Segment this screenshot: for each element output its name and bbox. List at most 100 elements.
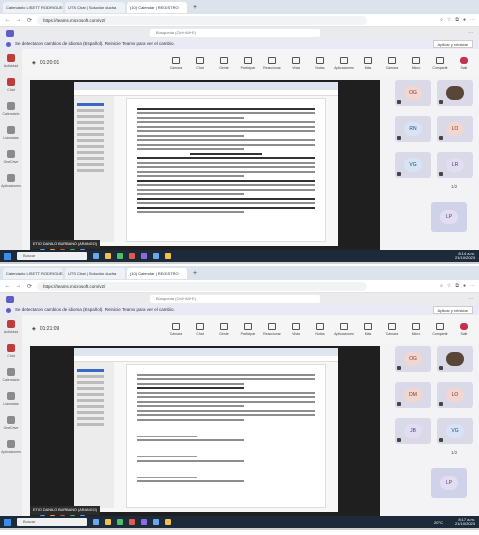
participant-tile[interactable]: VG <box>437 418 473 444</box>
rail-chat[interactable]: Chat <box>0 73 22 97</box>
taskview-icon[interactable] <box>93 253 99 259</box>
apply-restart-button[interactable]: Aplicar y reiniciar <box>432 306 473 314</box>
tool-leave[interactable]: Salir <box>453 322 475 336</box>
rail-chat[interactable]: Chat <box>0 339 22 363</box>
browser-tab[interactable]: UTS Chat | Solución ducha <box>65 267 125 279</box>
tool-more[interactable]: Más <box>357 56 379 70</box>
rail-calls[interactable]: Llamadas <box>0 387 22 411</box>
favorite-icon[interactable]: ☆ <box>447 283 451 289</box>
tool-view[interactable]: Vista <box>285 56 307 70</box>
gallery-pager[interactable]: 1/2 <box>451 450 457 455</box>
app-icon[interactable] <box>165 519 171 525</box>
browser-tab-active[interactable]: (10) Calendar | REGISTRO <box>127 1 187 13</box>
tool-react[interactable]: Reaccionar <box>261 56 283 70</box>
tool-mic[interactable]: Micro <box>405 56 427 70</box>
tool-mic[interactable]: Micro <box>405 322 427 336</box>
more-options-icon[interactable]: ⋯ <box>468 296 473 302</box>
browser-tab[interactable]: Calendario LISETT RODRIGUEZ I <box>3 267 63 279</box>
rail-calendar[interactable]: Calendario <box>0 97 22 121</box>
explorer-icon[interactable] <box>105 519 111 525</box>
chrome-icon[interactable] <box>117 253 123 259</box>
participant-tile[interactable]: OG <box>395 80 431 106</box>
tool-raise-hand[interactable]: Participar <box>237 322 259 336</box>
app-icon[interactable] <box>165 253 171 259</box>
edge-icon[interactable] <box>153 519 159 525</box>
favorite-icon[interactable]: ☆ <box>447 17 451 23</box>
taskbar-search[interactable]: Buscar <box>17 252 87 260</box>
tool-cam-toggle[interactable]: Cámara <box>381 322 403 336</box>
url-field[interactable]: https://teams.microsoft.com/v2/ <box>37 281 367 291</box>
tool-camera[interactable]: Cámara <box>165 322 187 336</box>
taskbar-search[interactable]: Buscar <box>17 518 87 526</box>
chrome-icon[interactable] <box>117 519 123 525</box>
rail-calls[interactable]: Llamadas <box>0 121 22 145</box>
participant-tile[interactable] <box>437 80 473 106</box>
taskbar-clock[interactable]: 8:17 a.m. 21/10/2023 <box>455 517 475 527</box>
tool-people[interactable]: Gente <box>213 322 235 336</box>
participant-tile[interactable]: VG <box>395 152 431 178</box>
profile-icon[interactable]: ● <box>463 17 466 23</box>
back-icon[interactable]: ← <box>4 17 11 23</box>
tool-chat[interactable]: Chat <box>189 322 211 336</box>
participant-tile[interactable]: LO <box>437 382 473 408</box>
tool-more[interactable]: Más <box>357 322 379 336</box>
tool-leave[interactable]: Salir <box>453 56 475 70</box>
rail-onedrive[interactable]: OneDrive <box>0 411 22 435</box>
taskbar-clock[interactable]: 8:14 a.m. 21/10/2023 <box>455 251 475 261</box>
extensions-icon[interactable]: ⧉ <box>455 283 459 289</box>
tool-chat[interactable]: Chat <box>189 56 211 70</box>
new-tab-button[interactable]: + <box>189 270 201 277</box>
tool-notes[interactable]: Notas <box>309 56 331 70</box>
participant-tile[interactable]: LR <box>437 152 473 178</box>
rail-calendar[interactable]: Calendario <box>0 363 22 387</box>
more-options-icon[interactable]: ⋯ <box>468 30 473 36</box>
more-icon[interactable]: ⋯ <box>470 283 475 289</box>
teams-search-input[interactable]: Búsqueda (Ctrl+Alt+E) <box>150 295 320 303</box>
reload-icon[interactable]: ⟳ <box>26 283 33 290</box>
tool-share[interactable]: Compartir <box>429 322 451 336</box>
large-participant-tile[interactable]: LP <box>431 202 467 232</box>
teams-icon[interactable] <box>141 253 147 259</box>
windows-start-icon[interactable] <box>4 518 11 526</box>
app-icon[interactable] <box>129 253 135 259</box>
url-field[interactable]: https://teams.microsoft.com/v2/ <box>37 15 367 25</box>
participant-tile[interactable]: OG <box>395 346 431 372</box>
rail-apps[interactable]: Aplicaciones <box>0 169 22 193</box>
participant-tile[interactable]: DM <box>395 382 431 408</box>
large-participant-tile[interactable]: LP <box>431 468 467 498</box>
rail-apps[interactable]: Aplicaciones <box>0 435 22 459</box>
participant-tile[interactable]: JB <box>395 418 431 444</box>
more-icon[interactable]: ⋯ <box>470 17 475 23</box>
zoom-icon[interactable]: ⌕ <box>440 17 443 23</box>
tool-cam-toggle[interactable]: Cámara <box>381 56 403 70</box>
apply-restart-button[interactable]: Aplicar y reiniciar <box>432 40 473 48</box>
extensions-icon[interactable]: ⧉ <box>455 17 459 23</box>
windows-start-icon[interactable] <box>4 252 11 260</box>
gallery-pager[interactable]: 1/2 <box>451 184 457 189</box>
back-icon[interactable]: ← <box>4 283 11 289</box>
reload-icon[interactable]: ⟳ <box>26 17 33 24</box>
tool-react[interactable]: Reaccionar <box>261 322 283 336</box>
forward-icon[interactable]: → <box>15 17 22 23</box>
weather-temp[interactable]: 20°C <box>434 520 443 525</box>
rail-activity[interactable]: Actividad <box>0 315 22 339</box>
new-tab-button[interactable]: + <box>189 4 201 11</box>
tool-people[interactable]: Gente <box>213 56 235 70</box>
profile-icon[interactable]: ● <box>463 283 466 289</box>
tool-apps[interactable]: Aplicaciones <box>333 322 355 336</box>
rail-onedrive[interactable]: OneDrive <box>0 145 22 169</box>
tool-camera[interactable]: Cámara <box>165 56 187 70</box>
participant-tile[interactable] <box>437 346 473 372</box>
teams-search-input[interactable]: Búsqueda (Ctrl+Alt+E) <box>150 29 320 37</box>
tool-raise-hand[interactable]: Participar <box>237 56 259 70</box>
participant-tile[interactable]: LO <box>437 116 473 142</box>
browser-tab[interactable]: UTS Chat | Solución ducha <box>65 1 125 13</box>
rail-activity[interactable]: Actividad <box>0 49 22 73</box>
participant-tile[interactable]: RN <box>395 116 431 142</box>
explorer-icon[interactable] <box>105 253 111 259</box>
browser-tab[interactable]: Calendario LISETT RODRIGUEZ I <box>3 1 63 13</box>
teams-icon[interactable] <box>141 519 147 525</box>
tool-notes[interactable]: Notas <box>309 322 331 336</box>
taskview-icon[interactable] <box>93 519 99 525</box>
edge-icon[interactable] <box>153 253 159 259</box>
